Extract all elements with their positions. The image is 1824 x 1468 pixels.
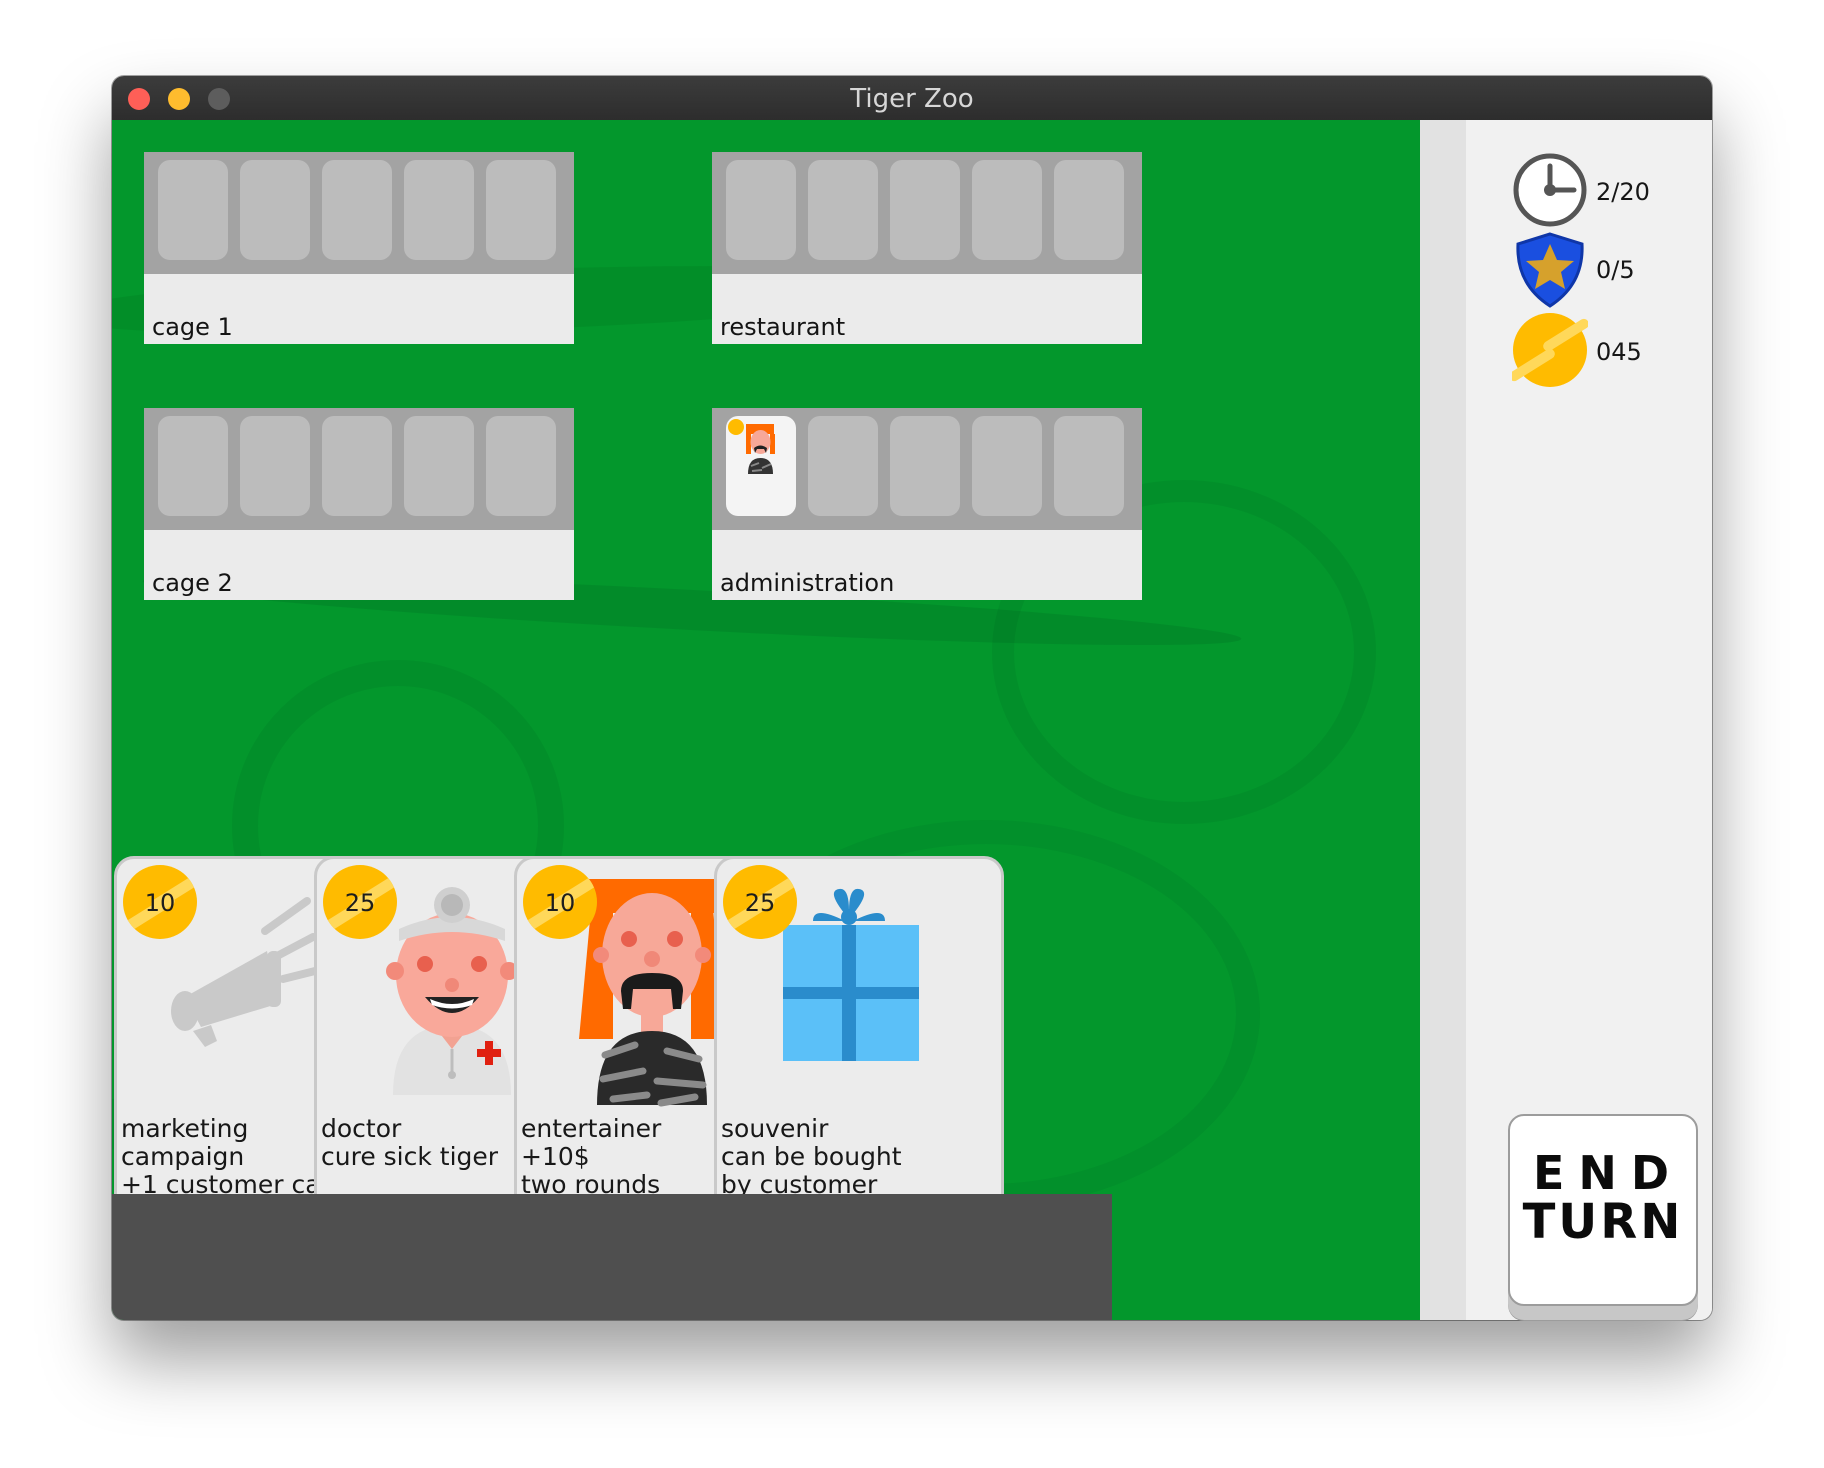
title-bar: Tiger Zoo bbox=[112, 76, 1712, 121]
empty-slot[interactable] bbox=[486, 416, 556, 516]
cost-coin-icon: 25 bbox=[723, 865, 797, 939]
empty-slot[interactable] bbox=[240, 416, 310, 516]
zone-slots bbox=[144, 152, 574, 274]
end-turn-button[interactable]: END TURN bbox=[1508, 1114, 1698, 1306]
sidebar-divider bbox=[1420, 120, 1466, 1320]
empty-slot[interactable] bbox=[972, 416, 1042, 516]
zone-cage-2[interactable]: cage 2 bbox=[144, 408, 574, 600]
empty-slot[interactable] bbox=[972, 160, 1042, 260]
empty-slot[interactable] bbox=[890, 160, 960, 260]
empty-slot[interactable] bbox=[158, 416, 228, 516]
empty-slot[interactable] bbox=[404, 416, 474, 516]
star-value: 0/5 bbox=[1596, 256, 1635, 284]
empty-slot[interactable] bbox=[404, 160, 474, 260]
zone-slots bbox=[712, 152, 1142, 274]
empty-slot[interactable] bbox=[808, 160, 878, 260]
zone-label: administration bbox=[720, 569, 895, 597]
entertainer-mini-icon bbox=[728, 419, 775, 474]
zone-label-area: cage 1 bbox=[144, 274, 574, 344]
game-window: Tiger Zoo cage 1 restaurant cage 2 admin… bbox=[112, 76, 1712, 1320]
zone-label-area: restaurant bbox=[712, 274, 1142, 344]
money-value: 045 bbox=[1596, 338, 1642, 366]
zone-slots bbox=[712, 408, 1142, 530]
cost-coin-icon: 25 bbox=[323, 865, 397, 939]
zone-label: restaurant bbox=[720, 313, 846, 341]
cost-coin-icon: 10 bbox=[523, 865, 597, 939]
zone-label-area: administration bbox=[712, 530, 1142, 600]
zone-label-area: cage 2 bbox=[144, 530, 574, 600]
round-value: 2/20 bbox=[1596, 178, 1650, 206]
zone-slots bbox=[144, 408, 574, 530]
empty-slot[interactable] bbox=[158, 160, 228, 260]
zone-label: cage 1 bbox=[152, 313, 233, 341]
zone-label: cage 2 bbox=[152, 569, 233, 597]
zone-administration[interactable]: administration bbox=[712, 408, 1142, 600]
window-title: Tiger Zoo bbox=[850, 84, 974, 114]
end-turn-label-line2: TURN bbox=[1522, 1194, 1684, 1250]
card-souvenir[interactable]: 25 souvenir can be bought by customer +5… bbox=[714, 856, 1004, 1244]
empty-slot[interactable] bbox=[486, 160, 556, 260]
empty-slot[interactable] bbox=[808, 416, 878, 516]
card-cost: 10 bbox=[544, 889, 576, 917]
empty-slot[interactable] bbox=[240, 160, 310, 260]
card-cost: 25 bbox=[744, 889, 776, 917]
zone-restaurant[interactable]: restaurant bbox=[712, 152, 1142, 344]
placed-card-entertainer[interactable] bbox=[726, 416, 796, 516]
coin-icon bbox=[1512, 313, 1588, 387]
zone-cage-1[interactable]: cage 1 bbox=[144, 152, 574, 344]
empty-slot[interactable] bbox=[1054, 160, 1124, 260]
clock-icon bbox=[1513, 153, 1587, 227]
empty-slot[interactable] bbox=[322, 416, 392, 516]
empty-slot[interactable] bbox=[322, 160, 392, 260]
card-cost: 25 bbox=[344, 889, 376, 917]
card-cost: 10 bbox=[144, 889, 176, 917]
cost-coin-icon: 10 bbox=[123, 865, 197, 939]
empty-slot[interactable] bbox=[1054, 416, 1124, 516]
game-board: cage 1 restaurant cage 2 administration … bbox=[112, 120, 1420, 1320]
shield-star-icon bbox=[1516, 232, 1584, 308]
empty-slot[interactable] bbox=[890, 416, 960, 516]
message-bar bbox=[112, 1194, 1112, 1320]
end-turn-label-line1: END bbox=[1532, 1146, 1684, 1200]
empty-slot[interactable] bbox=[726, 160, 796, 260]
